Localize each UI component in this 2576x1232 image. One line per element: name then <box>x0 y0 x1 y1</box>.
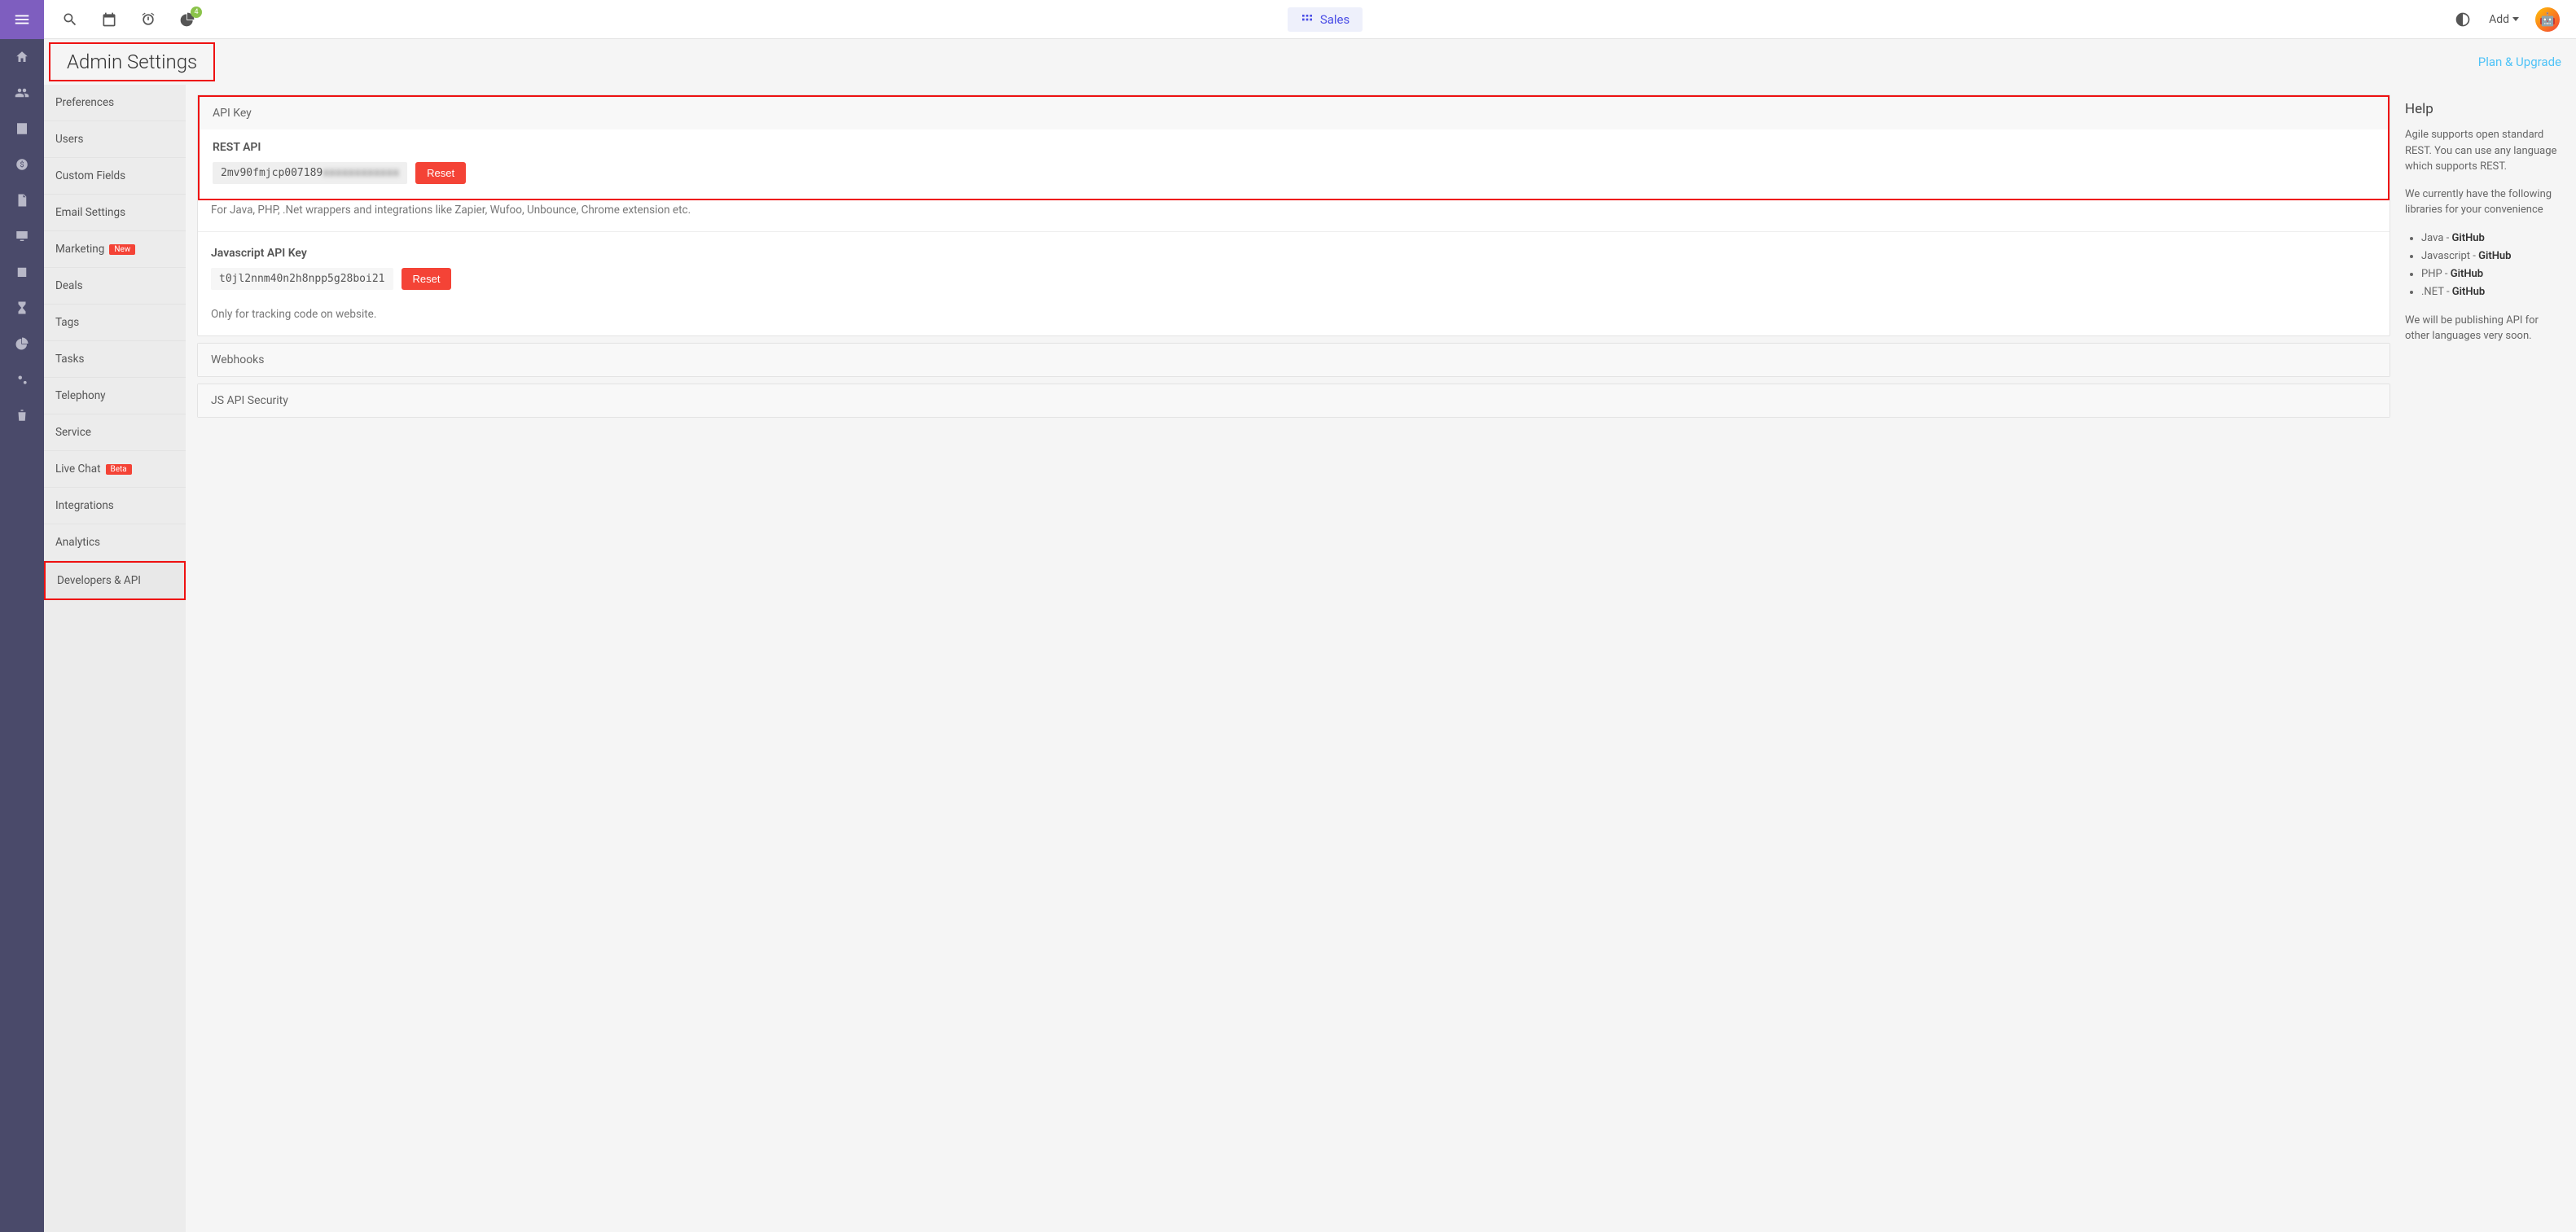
js-api-label: Javascript API Key <box>211 247 2376 260</box>
search-icon <box>62 11 78 28</box>
rest-api-label: REST API <box>213 141 2375 154</box>
hamburger-icon <box>13 11 31 28</box>
search-button[interactable] <box>60 10 80 29</box>
help-p1: Agile supports open standard REST. You c… <box>2405 127 2561 175</box>
alarm-button[interactable] <box>138 10 158 29</box>
js-security-panel: JS API Security <box>197 384 2390 418</box>
sidebar-item-service[interactable]: Service <box>44 414 186 451</box>
home-icon <box>15 50 29 64</box>
rail-reports[interactable] <box>0 326 44 362</box>
page-title-box: Admin Settings <box>49 42 215 81</box>
rail-monitor[interactable] <box>0 218 44 254</box>
sidebar-item-marketing[interactable]: MarketingNew <box>44 231 186 268</box>
currency-icon: $ <box>15 157 29 172</box>
alarm-icon <box>140 11 156 28</box>
github-link-js[interactable]: GitHub <box>2478 250 2511 262</box>
help-lib-list: Java - GitHub Javascript - GitHub PHP - … <box>2405 230 2561 301</box>
contrast-icon <box>2455 11 2471 28</box>
help-lib-java: Java - GitHub <box>2421 230 2561 248</box>
add-label: Add <box>2489 13 2509 26</box>
github-link-net[interactable]: GitHub <box>2452 286 2485 298</box>
page-title: Admin Settings <box>67 50 197 73</box>
reset-rest-key-button[interactable]: Reset <box>415 162 466 184</box>
sidebar-item-developers-api[interactable]: Developers & API <box>44 561 186 600</box>
sidebar-item-tasks[interactable]: Tasks <box>44 341 186 378</box>
github-link-java[interactable]: GitHub <box>2451 232 2484 244</box>
sidebar-item-email-settings[interactable]: Email Settings <box>44 195 186 231</box>
js-security-panel-header[interactable]: JS API Security <box>198 384 2389 417</box>
svg-text:$: $ <box>20 160 24 169</box>
topbar: 4 Sales Add 🤖 <box>44 0 2576 39</box>
settings-sidebar: Preferences Users Custom Fields Email Se… <box>44 85 186 1232</box>
api-key-panel: API Key REST API 2mv90fmjcp007189xxxxxxx… <box>197 94 2390 336</box>
module-switcher[interactable]: Sales <box>1288 7 1363 32</box>
sidebar-item-live-chat[interactable]: Live ChatBeta <box>44 451 186 488</box>
help-sidebar: Help Agile supports open standard REST. … <box>2402 94 2565 362</box>
trash-icon <box>15 408 29 423</box>
grid-icon <box>1301 13 1314 26</box>
help-p3: We will be publishing API for other lang… <box>2405 313 2561 344</box>
new-badge: New <box>109 244 135 255</box>
webhooks-panel-header[interactable]: Webhooks <box>198 344 2389 376</box>
help-title: Help <box>2405 101 2561 117</box>
reset-js-key-button[interactable]: Reset <box>402 268 452 290</box>
beta-badge: Beta <box>106 464 132 475</box>
help-lib-php: PHP - GitHub <box>2421 265 2561 283</box>
notifications-button[interactable]: 4 <box>178 10 197 29</box>
webhooks-panel: Webhooks <box>197 343 2390 377</box>
gears-icon <box>15 372 29 387</box>
sidebar-item-telephony[interactable]: Telephony <box>44 378 186 414</box>
rail-documents[interactable] <box>0 182 44 218</box>
user-avatar[interactable]: 🤖 <box>2535 7 2560 32</box>
left-rail: $ <box>0 0 44 1232</box>
rail-trash[interactable] <box>0 397 44 433</box>
github-link-php[interactable]: GitHub <box>2451 268 2483 280</box>
sidebar-item-tags[interactable]: Tags <box>44 305 186 341</box>
theme-button[interactable] <box>2453 10 2473 29</box>
add-dropdown[interactable]: Add <box>2489 13 2519 26</box>
pie-icon <box>15 336 29 351</box>
rest-api-note: For Java, PHP, .Net wrappers and integra… <box>211 204 2376 217</box>
calendar-rail-icon <box>15 265 29 279</box>
module-label: Sales <box>1320 12 1349 27</box>
rail-calendar[interactable] <box>0 254 44 290</box>
calendar-button[interactable] <box>99 10 119 29</box>
sidebar-item-deals[interactable]: Deals <box>44 268 186 305</box>
sidebar-item-preferences[interactable]: Preferences <box>44 85 186 121</box>
rest-api-key-value[interactable]: 2mv90fmjcp007189xxxxxxxxxxxx <box>213 162 407 184</box>
help-lib-net: .NET - GitHub <box>2421 283 2561 301</box>
menu-button[interactable] <box>0 0 44 39</box>
sidebar-item-users[interactable]: Users <box>44 121 186 158</box>
calendar-icon <box>101 11 117 28</box>
api-key-panel-header[interactable]: API Key <box>198 95 2389 129</box>
help-p2: We currently have the following librarie… <box>2405 186 2561 218</box>
hourglass-icon <box>15 300 29 315</box>
sidebar-item-custom-fields[interactable]: Custom Fields <box>44 158 186 195</box>
building-icon <box>15 121 29 136</box>
notification-badge: 4 <box>191 7 202 18</box>
js-api-key-value[interactable]: t0jl2nnm40n2h8npp5g28boi21 <box>211 268 393 290</box>
js-api-note: Only for tracking code on website. <box>211 308 2376 321</box>
people-icon <box>15 85 29 100</box>
rail-companies[interactable] <box>0 111 44 147</box>
rail-hourglass[interactable] <box>0 290 44 326</box>
sidebar-item-integrations[interactable]: Integrations <box>44 488 186 524</box>
sidebar-item-analytics[interactable]: Analytics <box>44 524 186 561</box>
chevron-down-icon <box>2512 17 2519 21</box>
document-icon <box>15 193 29 208</box>
rail-contacts[interactable] <box>0 75 44 111</box>
rail-settings[interactable] <box>0 362 44 397</box>
rail-deals[interactable]: $ <box>0 147 44 182</box>
monitor-icon <box>15 229 29 243</box>
plan-upgrade-link[interactable]: Plan & Upgrade <box>2478 55 2561 69</box>
page-header: Admin Settings Plan & Upgrade <box>44 39 2576 85</box>
help-lib-js: Javascript - GitHub <box>2421 248 2561 265</box>
rail-home[interactable] <box>0 39 44 75</box>
